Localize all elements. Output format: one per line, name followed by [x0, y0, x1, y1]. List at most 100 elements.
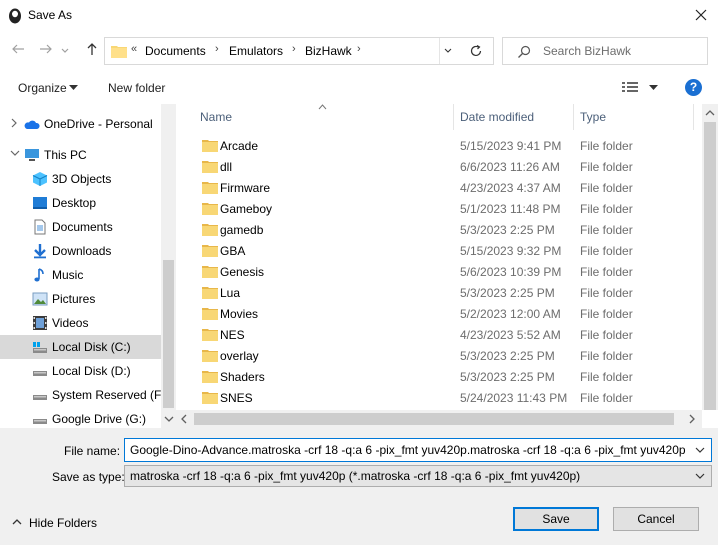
nav-item-label: Downloads	[52, 244, 112, 258]
file-type: File folder	[580, 265, 633, 279]
chevron-right-icon[interactable]	[10, 118, 18, 128]
file-row[interactable]: Genesis 5/6/2023 10:39 PM File folder	[176, 261, 702, 282]
file-name: Genesis	[220, 265, 265, 279]
breadcrumb-separator[interactable]: ›	[215, 43, 219, 55]
breadcrumb-separator[interactable]: ›	[292, 43, 296, 55]
address-bar[interactable]: « Documents › Emulators › BizHawk ›	[104, 37, 494, 65]
new-folder-button[interactable]: New folder	[108, 81, 165, 95]
back-button[interactable]	[8, 41, 28, 61]
chevron-down-icon[interactable]	[695, 447, 705, 454]
chevron-down-icon	[69, 85, 78, 90]
file-date: 5/3/2023 2:25 PM	[460, 286, 555, 300]
scroll-right-icon[interactable]	[688, 414, 696, 424]
column-divider[interactable]	[453, 104, 454, 130]
file-date: 5/15/2023 9:41 PM	[460, 139, 562, 153]
chevron-down-icon[interactable]	[10, 149, 20, 157]
chevron-down-icon[interactable]	[649, 85, 658, 91]
file-date: 5/3/2023 2:25 PM	[460, 349, 555, 363]
file-row[interactable]: Gameboy 5/1/2023 11:48 PM File folder	[176, 198, 702, 219]
close-button[interactable]	[684, 0, 718, 30]
nav-item-system-reserved-f[interactable]: System Reserved (F:)	[0, 383, 169, 407]
column-header-type[interactable]: Type	[580, 110, 606, 124]
nav-item-label: Local Disk (D:)	[52, 364, 131, 378]
file-type: File folder	[580, 307, 633, 321]
file-name: Firmware	[220, 181, 270, 195]
file-row[interactable]: Lua 5/3/2023 2:25 PM File folder	[176, 282, 702, 303]
nav-item-desktop[interactable]: Desktop	[0, 191, 161, 215]
nav-item-label: Desktop	[52, 196, 97, 210]
help-button[interactable]: ?	[685, 79, 702, 96]
nav-item-videos[interactable]: Videos	[0, 311, 161, 335]
music-icon	[34, 268, 44, 282]
nav-scrollbar-thumb[interactable]	[163, 260, 174, 408]
file-row[interactable]: dll 6/6/2023 11:26 AM File folder	[176, 156, 702, 177]
file-date: 4/23/2023 5:52 AM	[460, 328, 561, 342]
breadcrumb-separator[interactable]: ›	[357, 43, 361, 55]
folder-icon	[202, 350, 218, 362]
folder-icon	[202, 329, 218, 341]
scroll-up-icon[interactable]	[705, 109, 715, 117]
file-name: overlay	[220, 349, 259, 363]
vertical-scrollbar-thumb[interactable]	[704, 122, 716, 410]
file-row[interactable]: overlay 5/3/2023 2:25 PM File folder	[176, 345, 702, 366]
save-button[interactable]: Save	[513, 507, 599, 531]
nav-item-downloads[interactable]: Downloads	[0, 239, 161, 263]
column-header-date[interactable]: Date modified	[460, 110, 534, 124]
nav-item-3d-objects[interactable]: 3D Objects	[0, 167, 161, 191]
folder-icon	[202, 308, 218, 320]
nav-item-this-pc[interactable]: This PC	[0, 143, 161, 167]
file-name-field[interactable]: Google-Dino-Advance.matroska -crf 18 -q:…	[124, 438, 712, 462]
file-name-value: Google-Dino-Advance.matroska -crf 18 -q:…	[130, 443, 686, 457]
file-type: File folder	[580, 286, 633, 300]
search-box[interactable]: Search BizHawk	[502, 37, 708, 65]
folder-icon	[202, 203, 218, 215]
scroll-left-icon[interactable]	[180, 414, 188, 424]
file-row[interactable]: Movies 5/2/2023 12:00 AM File folder	[176, 303, 702, 324]
column-header-name[interactable]: Name	[200, 110, 232, 124]
cube-icon	[32, 172, 48, 186]
recent-locations-button[interactable]	[58, 41, 72, 61]
file-date: 4/23/2023 4:37 AM	[460, 181, 561, 195]
app-icon	[9, 8, 21, 24]
nav-item-local-disk-d[interactable]: Local Disk (D:)	[0, 359, 161, 383]
breadcrumb-item[interactable]: Documents	[145, 44, 206, 58]
breadcrumb-item[interactable]: BizHawk	[305, 44, 352, 58]
file-row[interactable]: GBA 5/15/2023 9:32 PM File folder	[176, 240, 702, 261]
cancel-button[interactable]: Cancel	[613, 507, 699, 531]
file-row[interactable]: gamedb 5/3/2023 2:25 PM File folder	[176, 219, 702, 240]
scroll-down-icon[interactable]	[164, 415, 174, 423]
file-name: Arcade	[220, 139, 259, 153]
breadcrumb-item[interactable]: Emulators	[229, 44, 283, 58]
file-row[interactable]: SNES 5/24/2023 11:43 PM File folder	[176, 387, 702, 408]
nav-item-documents[interactable]: Documents	[0, 215, 161, 239]
back-arrow-icon	[12, 44, 24, 54]
organize-button[interactable]: Organize	[18, 81, 67, 95]
file-row[interactable]: Firmware 4/23/2023 4:37 AM File folder	[176, 177, 702, 198]
nav-item-pictures[interactable]: Pictures	[0, 287, 161, 311]
nav-item-google-drive-g[interactable]: Google Drive (G:)	[0, 407, 161, 428]
chevron-down-icon	[695, 473, 705, 479]
nav-item-local-disk-c[interactable]: Local Disk (C:)	[0, 335, 161, 359]
view-options-icon[interactable]	[622, 81, 638, 93]
breadcrumb-overflow[interactable]: «	[131, 43, 137, 55]
file-date: 5/1/2023 11:48 PM	[460, 202, 561, 216]
file-type: File folder	[580, 370, 633, 384]
column-divider[interactable]	[693, 104, 694, 130]
dropdown-chevron-icon[interactable]	[443, 46, 453, 56]
save-as-type-select[interactable]: matroska -crf 18 -q:a 6 -pix_fmt yuv420p…	[124, 465, 712, 487]
refresh-icon[interactable]	[469, 44, 483, 58]
file-row[interactable]: Arcade 5/15/2023 9:41 PM File folder	[176, 135, 702, 156]
forward-button[interactable]	[36, 41, 56, 61]
forward-arrow-icon	[40, 44, 52, 54]
nav-item-music[interactable]: Music	[0, 263, 161, 287]
horizontal-scrollbar-thumb[interactable]	[194, 413, 674, 425]
close-icon	[695, 9, 707, 21]
file-name: GBA	[220, 244, 246, 258]
file-row[interactable]: NES 4/23/2023 5:52 AM File folder	[176, 324, 702, 345]
file-name: Shaders	[220, 370, 265, 384]
address-divider	[439, 38, 440, 64]
column-divider[interactable]	[573, 104, 574, 130]
file-row[interactable]: Shaders 5/3/2023 2:25 PM File folder	[176, 366, 702, 387]
nav-item-onedrive[interactable]: OneDrive - Personal	[0, 112, 161, 136]
up-button[interactable]	[82, 41, 102, 61]
